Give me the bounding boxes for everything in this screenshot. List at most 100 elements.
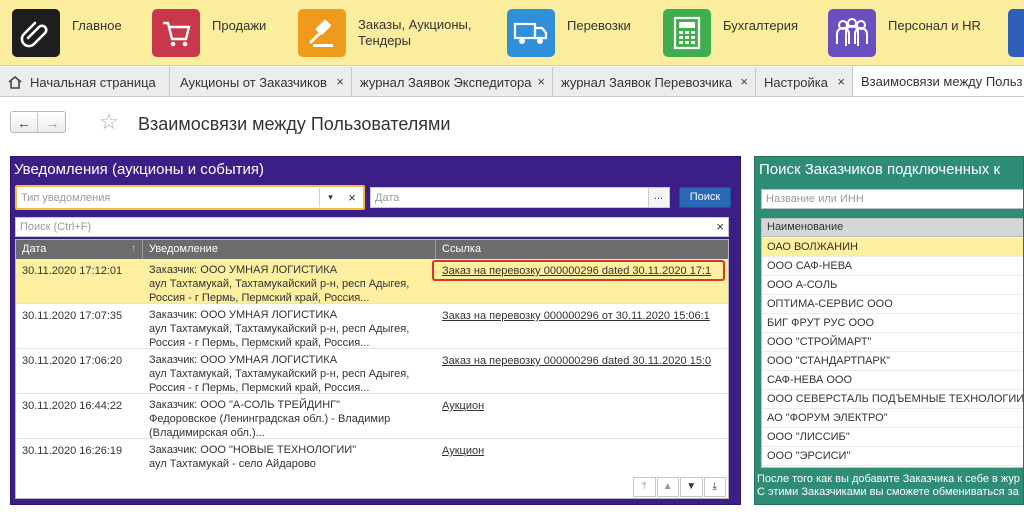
shopping-cart-icon xyxy=(152,9,200,57)
tab-auctions[interactable]: Аукционы от Заказчиков × xyxy=(170,67,352,96)
table-row[interactable]: ООО "СТРОЙМАРТ" xyxy=(762,333,1023,352)
column-header-notification[interactable]: Уведомление xyxy=(143,240,436,259)
forward-arrow-icon[interactable]: → xyxy=(39,113,66,133)
table-row[interactable]: 30.11.2020 17:06:20 Заказчик: ООО УМНАЯ … xyxy=(16,349,728,394)
table-row[interactable]: АО "ФОРУМ ЭЛЕКТРО" xyxy=(762,409,1023,428)
row-notification: Заказчик: ООО УМНАЯ ЛОГИСТИКА аул Тахтам… xyxy=(149,309,410,349)
date-input[interactable]: Дата xyxy=(375,192,399,204)
customer-search-field[interactable]: Название или ИНН xyxy=(761,189,1023,209)
search-button[interactable]: Поиск xyxy=(679,187,731,208)
tab-forwarder-journal[interactable]: журнал Заявок Экспедитора × xyxy=(352,67,553,96)
quick-search-input[interactable]: Поиск (Ctrl+F) xyxy=(20,221,91,233)
row-date: 30.11.2020 17:06:20 xyxy=(22,355,123,367)
scroll-up-icon[interactable]: ▲ xyxy=(656,477,679,497)
table-row[interactable]: ООО "СТАНДАРТПАРК" xyxy=(762,352,1023,371)
table-row[interactable]: БИГ ФРУТ РУС ООО xyxy=(762,314,1023,333)
row-notification: Заказчик: ООО "А-СОЛЬ ТРЕЙДИНГ" Федоровс… xyxy=(149,399,391,439)
table-row[interactable]: ОАО ВОЛЖАНИН xyxy=(762,238,1023,257)
table-row[interactable]: САФ-НЕВА ООО xyxy=(762,371,1023,390)
table-row[interactable]: ООО "ЛИССИБ" xyxy=(762,428,1023,447)
quick-search-field[interactable]: Поиск (Ctrl+F) × xyxy=(15,217,729,237)
help-note: После того как вы добавите Заказчика к с… xyxy=(757,473,1020,498)
tab-settings[interactable]: Настройка × xyxy=(756,67,853,96)
table-pager: ⤒ ▲ ▼ ⤓ xyxy=(632,477,726,497)
scroll-bottom-icon[interactable]: ⤓ xyxy=(703,477,726,497)
more-sections-icon xyxy=(1008,9,1024,57)
calculator-icon xyxy=(663,9,711,57)
panel-title: Поиск Заказчиков подключенных к xyxy=(759,161,1001,178)
table-row[interactable]: 30.11.2020 16:44:22 Заказчик: ООО "А-СОЛ… xyxy=(16,394,728,439)
section-sales[interactable]: Продажи xyxy=(152,0,282,65)
date-field[interactable]: Дата xyxy=(370,187,670,208)
row-notification: Заказчик: ООО УМНАЯ ЛОГИСТИКА аул Тахтам… xyxy=(149,354,410,394)
truck-icon xyxy=(507,9,555,57)
row-link[interactable]: Аукцион xyxy=(442,399,484,413)
close-icon[interactable]: × xyxy=(837,74,845,89)
section-label: Главное xyxy=(72,18,122,33)
open-tabs-bar: Начальная страница Аукционы от Заказчико… xyxy=(0,67,1024,97)
table-row[interactable]: ООО "ЭРСИСИ" xyxy=(762,447,1023,466)
section-transport[interactable]: Перевозки xyxy=(507,0,657,65)
table-row[interactable]: ООО САФ-НЕВА xyxy=(762,257,1023,276)
section-more[interactable] xyxy=(1008,0,1024,65)
scroll-down-icon[interactable]: ▼ xyxy=(680,477,703,497)
column-header-name[interactable]: Наименование xyxy=(762,219,1023,237)
row-date: 30.11.2020 17:12:01 xyxy=(22,265,123,277)
section-hr[interactable]: Персонал и HR xyxy=(828,0,1003,65)
tab-label: журнал Заявок Перевозчика xyxy=(561,74,733,90)
row-link[interactable]: Заказ на перевозку 000000296 от 30.11.20… xyxy=(442,309,710,323)
row-notification: Заказчик: ООО УМНАЯ ЛОГИСТИКА аул Тахтам… xyxy=(149,264,410,304)
close-icon[interactable]: × xyxy=(740,74,748,89)
section-label: Персонал и HR xyxy=(888,18,981,33)
section-label: Перевозки xyxy=(567,18,631,33)
row-date: 30.11.2020 16:26:19 xyxy=(22,445,123,457)
tab-home[interactable]: Начальная страница xyxy=(0,67,170,96)
section-accounting[interactable]: Бухгалтерия xyxy=(663,0,823,65)
column-header-date[interactable]: Дата ↑ xyxy=(16,240,143,259)
section-label: Заказы, Аукционы, Тендеры xyxy=(358,17,472,48)
clear-icon[interactable]: × xyxy=(343,188,361,207)
section-main[interactable]: Главное xyxy=(12,0,137,65)
close-icon[interactable]: × xyxy=(336,74,344,89)
notification-type-field[interactable]: Тип уведомления ▾ × xyxy=(15,185,365,210)
row-notification: Заказчик: ООО "НОВЫЕ ТЕХНОЛОГИИ" аул Тах… xyxy=(149,444,357,470)
tab-label: Начальная страница xyxy=(30,74,156,90)
chevron-down-icon[interactable]: ▾ xyxy=(319,188,341,207)
close-icon[interactable]: × xyxy=(537,74,545,89)
sections-panel: Главное Продажи Заказы, Аукционы, Тендер… xyxy=(0,0,1024,66)
page-title: Взаимосвязи между Пользователями xyxy=(138,114,451,134)
date-picker-button[interactable]: ... xyxy=(648,188,668,207)
favorite-star-icon[interactable]: ☆ xyxy=(99,109,119,135)
sort-icon: ↑ xyxy=(131,243,136,254)
scroll-top-icon[interactable]: ⤒ xyxy=(633,477,656,497)
table-row[interactable]: 30.11.2020 16:26:19 Заказчик: ООО "НОВЫЕ… xyxy=(16,439,728,484)
navigation-row: ← → ☆ Взаимосвязи между Пользователями xyxy=(0,97,1024,152)
gavel-icon xyxy=(298,9,346,57)
table-row[interactable]: ООО СЕВЕРСТАЛЬ ПОДЪЕМНЫЕ ТЕХНОЛОГИИ xyxy=(762,390,1023,409)
column-header-link[interactable]: Ссылка xyxy=(436,240,728,259)
table-row[interactable]: 30.11.2020 17:07:35 Заказчик: ООО УМНАЯ … xyxy=(16,304,728,349)
clear-icon[interactable]: × xyxy=(716,219,724,234)
row-date: 30.11.2020 16:44:22 xyxy=(22,400,123,412)
row-date: 30.11.2020 17:07:35 xyxy=(22,310,123,322)
customers-table: Наименование ОАО ВОЛЖАНИН ООО САФ-НЕВА О… xyxy=(761,218,1023,468)
section-orders[interactable]: Заказы, Аукционы, Тендеры xyxy=(298,0,493,65)
tab-label: журнал Заявок Экспедитора xyxy=(360,74,532,90)
row-link[interactable]: Аукцион xyxy=(442,444,484,458)
section-label: Бухгалтерия xyxy=(723,18,799,33)
notification-type-input[interactable]: Тип уведомления xyxy=(21,192,110,204)
table-row[interactable]: ООО А-СОЛЬ xyxy=(762,276,1023,295)
table-row[interactable]: ОПТИМА-СЕРВИС ООО xyxy=(762,295,1023,314)
paperclip-icon xyxy=(12,9,60,57)
back-arrow-icon[interactable]: ← xyxy=(11,113,38,133)
tab-carrier-journal[interactable]: журнал Заявок Перевозчика × xyxy=(553,67,756,96)
people-icon xyxy=(828,9,876,57)
table-header: Дата ↑ Уведомление Ссылка xyxy=(16,240,728,259)
customer-search-panel: Поиск Заказчиков подключенных к Название… xyxy=(754,156,1024,505)
tab-label: Взаимосвязи между Польз xyxy=(861,74,1023,89)
tab-label: Аукционы от Заказчиков xyxy=(180,74,327,90)
row-link[interactable]: Заказ на перевозку 000000296 dated 30.11… xyxy=(442,354,711,368)
customer-search-input[interactable]: Название или ИНН xyxy=(766,193,864,205)
tab-user-relations[interactable]: Взаимосвязи между Польз xyxy=(853,67,1024,96)
highlight-frame xyxy=(432,260,725,281)
